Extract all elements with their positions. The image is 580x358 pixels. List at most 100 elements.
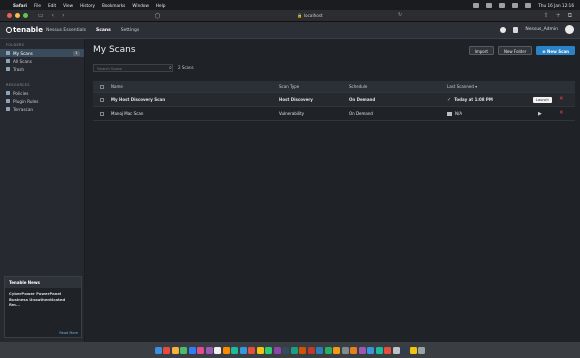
- close-window-icon[interactable]: [7, 13, 12, 18]
- table-row[interactable]: My Host Discovery Scan Host Discovery On…: [93, 93, 575, 107]
- column-last-scanned[interactable]: Last Scanned ▾: [447, 84, 547, 89]
- search-icon[interactable]: ⌕: [169, 65, 172, 71]
- row-checkbox[interactable]: [100, 111, 104, 116]
- app-icon[interactable]: [273, 346, 281, 354]
- read-more-link[interactable]: Read More: [59, 331, 78, 335]
- app-icon[interactable]: [367, 346, 375, 354]
- wifi-icon[interactable]: [512, 2, 519, 8]
- completed-check-icon: ✓: [447, 96, 452, 103]
- column-name[interactable]: Name: [111, 84, 279, 89]
- share-icon[interactable]: ⇧: [544, 12, 549, 20]
- menu-view[interactable]: View: [63, 3, 73, 8]
- sidebar-item-trash[interactable]: Trash: [0, 65, 84, 73]
- app-icon[interactable]: [384, 346, 392, 354]
- app-icon[interactable]: [180, 346, 188, 354]
- menu-file[interactable]: File: [34, 3, 41, 8]
- sidebar-item-all-scans[interactable]: All Scans: [0, 57, 84, 65]
- news-headline[interactable]: CyberPower PowerPanel Business Unauthent…: [5, 288, 81, 311]
- new-folder-button[interactable]: New Folder: [497, 46, 533, 55]
- app-icon[interactable]: [333, 346, 341, 354]
- delete-icon[interactable]: ✕: [559, 96, 564, 102]
- delete-icon[interactable]: ✕: [559, 110, 564, 116]
- menu-bookmarks[interactable]: Bookmarks: [102, 3, 125, 8]
- sidebar-item-policies[interactable]: Policies: [0, 89, 84, 97]
- column-schedule[interactable]: Schedule: [349, 84, 447, 89]
- screen: Safari File Edit View History Bookmarks …: [0, 0, 580, 358]
- minimize-window-icon[interactable]: [15, 13, 20, 18]
- select-all-checkbox[interactable]: [100, 84, 104, 89]
- spotlight-icon[interactable]: [525, 2, 532, 8]
- reload-icon[interactable]: ↻: [398, 12, 402, 18]
- app-icon[interactable]: [375, 346, 383, 354]
- app-icon[interactable]: [239, 346, 247, 354]
- terrascan-icon: [6, 107, 10, 111]
- tab-settings[interactable]: Settings: [121, 28, 139, 33]
- app-icon[interactable]: [290, 346, 298, 354]
- column-scan-type[interactable]: Scan Type: [279, 84, 349, 89]
- menu-history[interactable]: History: [80, 3, 95, 8]
- app-icon[interactable]: [401, 346, 409, 354]
- menu-clock[interactable]: Thu 16 Jan 12:16: [538, 3, 574, 8]
- app-header: tenable Nessus Essentials Scans Settings…: [0, 22, 580, 39]
- zoom-window-icon[interactable]: [23, 13, 28, 18]
- app-icon[interactable]: [282, 346, 290, 354]
- tab-overview-icon[interactable]: ⧉: [568, 12, 572, 20]
- scan-name[interactable]: Manoj Mac Scan: [111, 111, 279, 116]
- folder-icon: [6, 51, 10, 55]
- tab-scans[interactable]: Scans: [96, 28, 111, 33]
- sidebar-toggle-icon[interactable]: ▭: [38, 12, 44, 19]
- app-icon[interactable]: [324, 346, 332, 354]
- app-icon[interactable]: [392, 346, 400, 354]
- trash-icon: [6, 67, 10, 71]
- safari-icon[interactable]: [188, 346, 196, 354]
- import-button[interactable]: Import: [468, 46, 494, 55]
- privacy-shield-icon[interactable]: ⬡: [154, 12, 160, 20]
- app-icon[interactable]: [222, 346, 230, 354]
- notification-icon[interactable]: [500, 26, 507, 33]
- app-icon[interactable]: [171, 346, 179, 354]
- app-icon[interactable]: [265, 346, 273, 354]
- battery-icon[interactable]: [499, 2, 506, 8]
- forward-icon[interactable]: ›: [62, 12, 64, 19]
- app-icon[interactable]: [197, 346, 205, 354]
- app-icon[interactable]: [205, 346, 213, 354]
- scan-name[interactable]: My Host Discovery Scan: [111, 97, 279, 102]
- app-icon[interactable]: [307, 346, 315, 354]
- launch-icon[interactable]: ▶: [538, 111, 542, 117]
- app-icon[interactable]: [299, 346, 307, 354]
- menu-help[interactable]: Help: [156, 3, 166, 8]
- tenable-logo-icon: [6, 27, 12, 33]
- user-name[interactable]: Nessus_Admin: [525, 27, 558, 32]
- sidebar-item-terrascan[interactable]: Terrascan: [0, 105, 84, 113]
- search-input[interactable]: [93, 64, 173, 72]
- row-checkbox[interactable]: [100, 97, 104, 102]
- new-tab-icon[interactable]: +: [556, 12, 561, 20]
- app-icon[interactable]: [341, 346, 349, 354]
- status-icon[interactable]: [486, 2, 493, 8]
- tenable-logo[interactable]: tenable Nessus Essentials: [6, 26, 86, 34]
- app-icon[interactable]: [214, 346, 222, 354]
- avatar[interactable]: [565, 25, 574, 34]
- status-icon[interactable]: [473, 2, 480, 8]
- app-icon[interactable]: [350, 346, 358, 354]
- window-controls: [7, 13, 28, 18]
- app-icon[interactable]: [256, 346, 264, 354]
- bell-icon[interactable]: [513, 26, 519, 33]
- table-row[interactable]: Manoj Mac Scan Vulnerability On Demand N…: [93, 107, 575, 121]
- address-bar[interactable]: 🔒 localhost: [240, 12, 380, 20]
- trash-dock-icon[interactable]: [418, 346, 426, 354]
- finder-icon[interactable]: [154, 346, 162, 354]
- launchpad-icon[interactable]: [163, 346, 171, 354]
- app-icon[interactable]: [248, 346, 256, 354]
- new-scan-button[interactable]: ⊕ New Scan: [536, 46, 575, 55]
- back-icon[interactable]: ‹: [52, 12, 54, 19]
- menu-safari[interactable]: Safari: [13, 3, 27, 8]
- app-icon[interactable]: [358, 346, 366, 354]
- sidebar-item-my-scans[interactable]: My Scans 1: [0, 49, 84, 57]
- app-icon[interactable]: [231, 346, 239, 354]
- app-icon[interactable]: [316, 346, 324, 354]
- sidebar-item-plugin-rules[interactable]: Plugin Rules: [0, 97, 84, 105]
- menu-edit[interactable]: Edit: [48, 3, 56, 8]
- menu-window[interactable]: Window: [132, 3, 149, 8]
- app-icon[interactable]: [409, 346, 417, 354]
